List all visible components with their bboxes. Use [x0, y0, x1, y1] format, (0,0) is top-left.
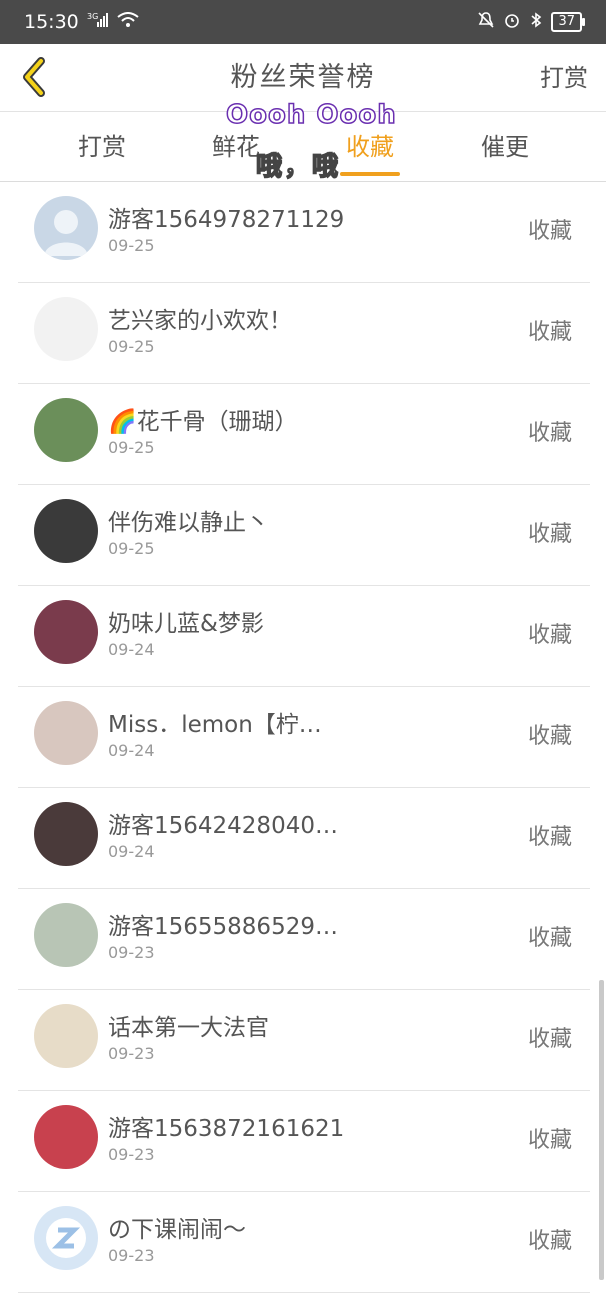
bluetooth-icon — [529, 11, 543, 34]
list-item[interactable]: 游客15655886529… 09-23 收藏 — [18, 889, 590, 990]
action-label: 收藏 — [527, 1128, 572, 1153]
item-date: 09-24 — [108, 640, 155, 659]
user-name: 游客1563872161621 — [108, 1116, 345, 1142]
user-name: 伴伤难以静止丶 — [108, 510, 269, 536]
reward-button[interactable]: 打赏 — [540, 44, 588, 112]
user-name: Miss．lemon【柠… — [108, 712, 322, 738]
tab-reward[interactable]: 打赏 — [52, 112, 152, 182]
action-label: 收藏 — [527, 219, 572, 244]
item-date: 09-24 — [108, 842, 155, 861]
list-item[interactable]: の下课闹闹〜 09-23 收藏 — [18, 1192, 590, 1293]
avatar[interactable] — [34, 600, 98, 664]
user-name: 游客15642428040… — [108, 813, 338, 839]
avatar[interactable] — [34, 1206, 98, 1270]
list-item[interactable]: 奶味儿蓝&梦影 09-24 收藏 — [18, 586, 590, 687]
item-date: 09-25 — [108, 438, 155, 457]
user-name: 艺兴家的小欢欢！ — [108, 308, 292, 334]
action-label: 收藏 — [527, 724, 572, 749]
user-name: 奶味儿蓝&梦影 — [108, 611, 264, 637]
item-date: 09-23 — [108, 943, 155, 962]
action-label: 收藏 — [527, 320, 572, 345]
list-item[interactable]: 伴伤难以静止丶 09-25 收藏 — [18, 485, 590, 586]
action-label: 收藏 — [527, 421, 572, 446]
avatar[interactable] — [34, 802, 98, 866]
status-bar: 15:30 3G 37 — [0, 0, 606, 44]
list-item[interactable]: 艺兴家的小欢欢！ 09-25 收藏 — [18, 283, 590, 384]
status-time: 15:30 — [24, 11, 79, 33]
app-header: 粉丝荣誉榜 打赏 — [0, 44, 606, 112]
item-date: 09-25 — [108, 236, 155, 255]
avatar[interactable] — [34, 297, 98, 361]
action-label: 收藏 — [527, 926, 572, 951]
signal-icon: 3G — [87, 11, 109, 33]
avatar[interactable] — [34, 701, 98, 765]
action-label: 收藏 — [527, 522, 572, 547]
item-date: 09-23 — [108, 1145, 155, 1164]
tab-flowers[interactable]: 鲜花 — [186, 112, 286, 182]
battery-indicator: 37 — [551, 12, 585, 32]
user-name: の下课闹闹〜 — [108, 1217, 246, 1243]
action-label: 收藏 — [527, 1027, 572, 1052]
list-item[interactable]: 游客1563872161621 09-23 收藏 — [18, 1091, 590, 1192]
tab-urge-update[interactable]: 催更 — [455, 112, 555, 182]
avatar[interactable] — [34, 398, 98, 462]
avatar[interactable] — [34, 499, 98, 563]
action-label: 收藏 — [527, 825, 572, 850]
tab-favorites[interactable]: 收藏 — [320, 112, 420, 182]
mute-icon — [477, 11, 495, 34]
list-item[interactable]: Miss．lemon【柠… 09-24 收藏 — [18, 687, 590, 788]
user-name: 游客15655886529… — [108, 914, 338, 940]
svg-text:3G: 3G — [87, 12, 98, 21]
avatar[interactable] — [34, 1105, 98, 1169]
action-label: 收藏 — [527, 623, 572, 648]
fan-list: 游客1564978271129 09-25 收藏 艺兴家的小欢欢！ 09-25 收藏 🌈花千… — [0, 182, 606, 1293]
alarm-icon — [503, 11, 521, 34]
avatar[interactable] — [34, 196, 98, 260]
avatar[interactable] — [34, 1004, 98, 1068]
item-date: 09-24 — [108, 741, 155, 760]
user-name: 话本第一大法官 — [108, 1015, 269, 1041]
avatar[interactable] — [34, 903, 98, 967]
tab-bar: 打赏 鲜花 收藏 催更 — [0, 112, 606, 182]
scrollbar[interactable] — [599, 980, 604, 1280]
item-date: 09-25 — [108, 539, 155, 558]
wifi-icon — [117, 11, 139, 33]
item-date: 09-23 — [108, 1246, 155, 1265]
list-item[interactable]: 🌈花千骨（珊瑚） 09-25 收藏 — [18, 384, 590, 485]
list-item[interactable]: 话本第一大法官 09-23 收藏 — [18, 990, 590, 1091]
user-name: 游客1564978271129 — [108, 207, 345, 233]
page-title: 粉丝荣誉榜 — [230, 62, 376, 93]
list-item[interactable]: 游客1564978271129 09-25 收藏 — [18, 182, 590, 283]
action-label: 收藏 — [527, 1229, 572, 1254]
list-item[interactable]: 游客15642428040… 09-24 收藏 — [18, 788, 590, 889]
user-name: 🌈花千骨（珊瑚） — [108, 409, 298, 435]
item-date: 09-25 — [108, 337, 155, 356]
item-date: 09-23 — [108, 1044, 155, 1063]
